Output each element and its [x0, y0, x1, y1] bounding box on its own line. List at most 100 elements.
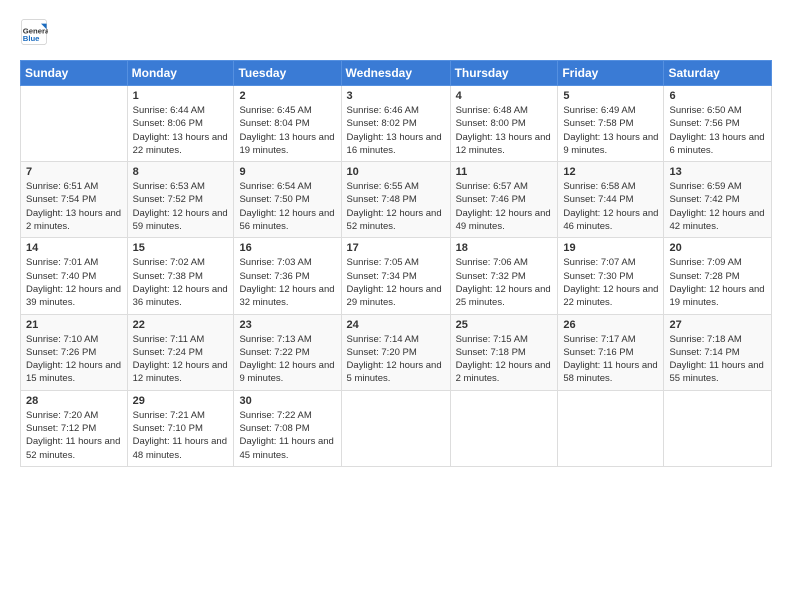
sunrise-text: Sunrise: 6:54 AM [239, 180, 335, 193]
daylight-text: Daylight: 12 hours and 15 minutes. [26, 359, 122, 386]
logo: General Blue [20, 18, 52, 46]
day-number: 28 [26, 395, 122, 407]
day-info: Sunrise: 6:57 AMSunset: 7:46 PMDaylight:… [456, 180, 553, 233]
daylight-text: Daylight: 13 hours and 2 minutes. [26, 207, 122, 234]
daylight-text: Daylight: 12 hours and 19 minutes. [669, 283, 766, 310]
calendar-cell [21, 86, 128, 162]
sunset-text: Sunset: 7:58 PM [563, 117, 658, 130]
day-info: Sunrise: 7:09 AMSunset: 7:28 PMDaylight:… [669, 256, 766, 309]
sunrise-text: Sunrise: 7:21 AM [133, 409, 229, 422]
sunset-text: Sunset: 7:50 PM [239, 193, 335, 206]
calendar-cell: 9Sunrise: 6:54 AMSunset: 7:50 PMDaylight… [234, 162, 341, 238]
daylight-text: Daylight: 12 hours and 22 minutes. [563, 283, 658, 310]
day-number: 13 [669, 166, 766, 178]
weekday-header-monday: Monday [127, 61, 234, 86]
daylight-text: Daylight: 12 hours and 32 minutes. [239, 283, 335, 310]
day-number: 3 [347, 90, 445, 102]
day-number: 20 [669, 242, 766, 254]
sunrise-text: Sunrise: 7:05 AM [347, 256, 445, 269]
calendar-cell: 13 Sunrise: 6:59 AMSunset: 7:42 PMDayligh… [664, 162, 772, 238]
day-info: Sunrise: 7:01 AMSunset: 7:40 PMDaylight:… [26, 256, 122, 309]
calendar-cell: 12 Sunrise: 6:58 AMSunset: 7:44 PMDayligh… [558, 162, 664, 238]
sunrise-text: Sunrise: 7:18 AM [669, 333, 766, 346]
day-number: 21 [26, 319, 122, 331]
calendar-cell: 8Sunrise: 6:53 AMSunset: 7:52 PMDaylight… [127, 162, 234, 238]
day-info: Sunrise: 7:18 AMSunset: 7:14 PMDaylight:… [669, 333, 766, 386]
day-number: 25 [456, 319, 553, 331]
day-number: 22 [133, 319, 229, 331]
day-number: 11 [456, 166, 553, 178]
daylight-text: Daylight: 12 hours and 9 minutes. [239, 359, 335, 386]
calendar-cell: 15 Sunrise: 7:02 AMSunset: 7:38 PMDayligh… [127, 238, 234, 314]
sunrise-text: Sunrise: 7:03 AM [239, 256, 335, 269]
day-info: Sunrise: 7:06 AMSunset: 7:32 PMDaylight:… [456, 256, 553, 309]
sunrise-text: Sunrise: 7:22 AM [239, 409, 335, 422]
sunrise-text: Sunrise: 6:55 AM [347, 180, 445, 193]
day-number: 9 [239, 166, 335, 178]
daylight-text: Daylight: 11 hours and 58 minutes. [563, 359, 658, 386]
weekday-header-sunday: Sunday [21, 61, 128, 86]
sunset-text: Sunset: 8:06 PM [133, 117, 229, 130]
daylight-text: Daylight: 12 hours and 52 minutes. [347, 207, 445, 234]
weekday-header-thursday: Thursday [450, 61, 558, 86]
daylight-text: Daylight: 12 hours and 39 minutes. [26, 283, 122, 310]
day-info: Sunrise: 6:59 AMSunset: 7:42 PMDaylight:… [669, 180, 766, 233]
day-info: Sunrise: 7:13 AMSunset: 7:22 PMDaylight:… [239, 333, 335, 386]
day-number: 1 [133, 90, 229, 102]
sunset-text: Sunset: 7:40 PM [26, 270, 122, 283]
sunrise-text: Sunrise: 7:10 AM [26, 333, 122, 346]
sunrise-text: Sunrise: 7:09 AM [669, 256, 766, 269]
logo-icon: General Blue [20, 18, 48, 46]
sunset-text: Sunset: 7:16 PM [563, 346, 658, 359]
day-number: 12 [563, 166, 658, 178]
day-info: Sunrise: 6:46 AMSunset: 8:02 PMDaylight:… [347, 104, 445, 157]
day-info: Sunrise: 7:02 AMSunset: 7:38 PMDaylight:… [133, 256, 229, 309]
daylight-text: Daylight: 11 hours and 55 minutes. [669, 359, 766, 386]
day-info: Sunrise: 7:14 AMSunset: 7:20 PMDaylight:… [347, 333, 445, 386]
calendar: SundayMondayTuesdayWednesdayThursdayFrid… [20, 60, 772, 467]
daylight-text: Daylight: 12 hours and 36 minutes. [133, 283, 229, 310]
sunset-text: Sunset: 7:10 PM [133, 422, 229, 435]
svg-text:Blue: Blue [23, 34, 40, 43]
daylight-text: Daylight: 12 hours and 2 minutes. [456, 359, 553, 386]
day-info: Sunrise: 6:50 AMSunset: 7:56 PMDaylight:… [669, 104, 766, 157]
day-info: Sunrise: 6:58 AMSunset: 7:44 PMDaylight:… [563, 180, 658, 233]
day-number: 8 [133, 166, 229, 178]
day-number: 26 [563, 319, 658, 331]
calendar-cell: 18Sunrise: 7:06 AMSunset: 7:32 PMDayligh… [450, 238, 558, 314]
day-info: Sunrise: 7:11 AMSunset: 7:24 PMDaylight:… [133, 333, 229, 386]
day-number: 15 [133, 242, 229, 254]
calendar-cell: 10Sunrise: 6:55 AMSunset: 7:48 PMDayligh… [341, 162, 450, 238]
sunset-text: Sunset: 7:56 PM [669, 117, 766, 130]
daylight-text: Daylight: 12 hours and 59 minutes. [133, 207, 229, 234]
calendar-cell: 3 Sunrise: 6:46 AMSunset: 8:02 PMDaylight… [341, 86, 450, 162]
sunrise-text: Sunrise: 7:14 AM [347, 333, 445, 346]
calendar-cell: 22 Sunrise: 7:11 AMSunset: 7:24 PMDayligh… [127, 314, 234, 390]
week-row-4: 28Sunrise: 7:20 AMSunset: 7:12 PMDayligh… [21, 390, 772, 466]
sunrise-text: Sunrise: 6:44 AM [133, 104, 229, 117]
day-info: Sunrise: 7:15 AMSunset: 7:18 PMDaylight:… [456, 333, 553, 386]
daylight-text: Daylight: 12 hours and 46 minutes. [563, 207, 658, 234]
calendar-cell: 21 Sunrise: 7:10 AMSunset: 7:26 PMDayligh… [21, 314, 128, 390]
sunset-text: Sunset: 7:08 PM [239, 422, 335, 435]
sunrise-text: Sunrise: 7:15 AM [456, 333, 553, 346]
day-info: Sunrise: 6:44 AMSunset: 8:06 PMDaylight:… [133, 104, 229, 157]
calendar-cell [450, 390, 558, 466]
day-info: Sunrise: 7:10 AMSunset: 7:26 PMDaylight:… [26, 333, 122, 386]
sunrise-text: Sunrise: 6:58 AM [563, 180, 658, 193]
calendar-cell: 23Sunrise: 7:13 AMSunset: 7:22 PMDayligh… [234, 314, 341, 390]
day-number: 17 [347, 242, 445, 254]
sunset-text: Sunset: 7:30 PM [563, 270, 658, 283]
sunset-text: Sunset: 7:18 PM [456, 346, 553, 359]
sunset-text: Sunset: 7:52 PM [133, 193, 229, 206]
day-info: Sunrise: 7:17 AMSunset: 7:16 PMDaylight:… [563, 333, 658, 386]
sunrise-text: Sunrise: 7:02 AM [133, 256, 229, 269]
calendar-cell: 5Sunrise: 6:49 AMSunset: 7:58 PMDaylight… [558, 86, 664, 162]
sunset-text: Sunset: 7:34 PM [347, 270, 445, 283]
calendar-cell: 30Sunrise: 7:22 AMSunset: 7:08 PMDayligh… [234, 390, 341, 466]
calendar-cell: 1 Sunrise: 6:44 AMSunset: 8:06 PMDaylight… [127, 86, 234, 162]
sunset-text: Sunset: 7:22 PM [239, 346, 335, 359]
calendar-cell [558, 390, 664, 466]
week-row-1: 7Sunrise: 6:51 AMSunset: 7:54 PMDaylight… [21, 162, 772, 238]
sunrise-text: Sunrise: 7:11 AM [133, 333, 229, 346]
